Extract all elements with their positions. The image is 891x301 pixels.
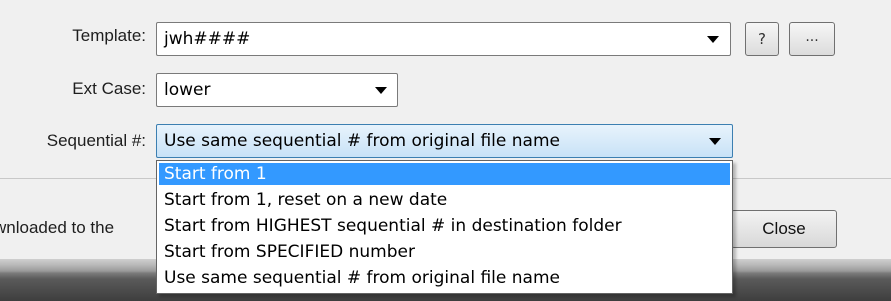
- ext-case-combobox[interactable]: lower: [156, 73, 398, 107]
- dropdown-option[interactable]: Start from 1: [159, 163, 730, 185]
- ext-case-label: Ext Case:: [72, 79, 146, 98]
- browse-label: ...: [805, 29, 819, 45]
- sequential-dropdown-list: Start from 1 Start from 1, reset on a ne…: [156, 160, 733, 294]
- browse-button[interactable]: ...: [789, 22, 835, 56]
- chevron-down-icon: [707, 36, 719, 43]
- dropdown-option[interactable]: Start from SPECIFIED number: [159, 241, 730, 263]
- option-label: Start from 1: [164, 164, 267, 184]
- help-button[interactable]: ?: [745, 22, 779, 56]
- ext-case-value: lower: [164, 80, 211, 100]
- template-combobox[interactable]: jwh####: [156, 22, 731, 56]
- chevron-down-icon: [709, 138, 721, 145]
- option-label: Start from SPECIFIED number: [164, 242, 415, 262]
- chevron-down-icon: [375, 87, 387, 94]
- dropdown-option[interactable]: Use same sequential # from original file…: [159, 267, 730, 289]
- option-label: Start from HIGHEST sequential # in desti…: [164, 216, 622, 236]
- dropdown-option[interactable]: Start from HIGHEST sequential # in desti…: [159, 215, 730, 237]
- close-label: Close: [762, 219, 806, 238]
- template-value: jwh####: [164, 29, 251, 49]
- option-label: Use same sequential # from original file…: [164, 268, 560, 288]
- sequential-combobox[interactable]: Use same sequential # from original file…: [156, 124, 733, 158]
- sequential-value: Use same sequential # from original file…: [164, 131, 560, 151]
- dropdown-option[interactable]: Start from 1, reset on a new date: [159, 189, 730, 211]
- option-label: Start from 1, reset on a new date: [164, 190, 448, 210]
- template-label: Template:: [72, 26, 146, 45]
- status-text: wnloaded to the: [0, 218, 115, 237]
- sequential-label: Sequential #:: [46, 131, 146, 150]
- close-button[interactable]: Close: [731, 210, 837, 248]
- help-label: ?: [758, 30, 766, 48]
